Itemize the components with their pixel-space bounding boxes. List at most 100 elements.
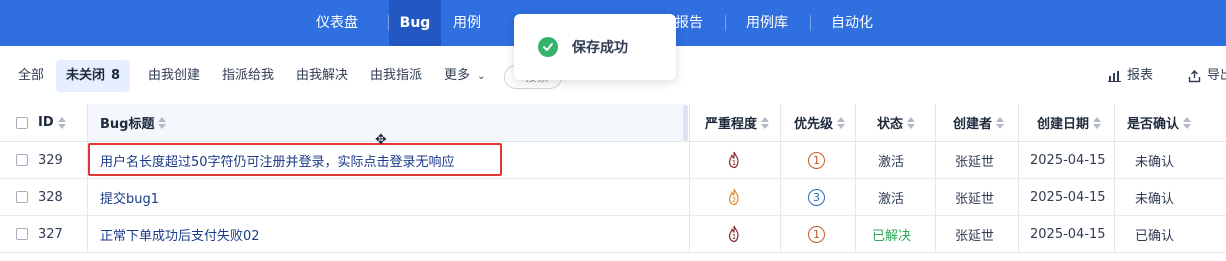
header-title[interactable]: Bug标题 — [100, 104, 167, 141]
table-row[interactable]: 327 正常下单成功后支付失败02 1 1 已解决 张延世 2025-04-15… — [0, 216, 1226, 253]
row-title-link[interactable]: 正常下单成功后支付失败02 — [100, 216, 260, 252]
row-checkbox[interactable] — [16, 191, 28, 203]
nav-divider — [810, 15, 811, 31]
nav-automation[interactable]: 自动化 — [821, 0, 883, 46]
table-row[interactable]: 328 提交bug1 2 3 激活 张延世 2025-04-15 未确认 — [0, 179, 1226, 216]
sort-icon — [761, 116, 770, 129]
filter-created-by-me[interactable]: 由我创建 — [138, 60, 210, 92]
column-divider — [87, 179, 88, 215]
header-title-label: Bug标题 — [100, 117, 155, 132]
header-confirmed[interactable]: 是否确认 — [1127, 104, 1192, 141]
filter-more[interactable]: 更多 ⌄ — [434, 60, 496, 92]
filter-all[interactable]: 全部 — [8, 60, 54, 92]
column-divider — [935, 216, 936, 252]
filter-resolved-by-me[interactable]: 由我解决 — [286, 60, 358, 92]
row-creator: 张延世 — [955, 154, 995, 170]
row-id-value: 329 — [38, 152, 63, 168]
column-divider — [780, 104, 781, 141]
sort-icon — [158, 116, 167, 129]
row-confirmed: 已确认 — [1135, 228, 1175, 244]
table-row[interactable]: 329 用户名长度超过50字符仍可注册并登录，实际点击登录无响应 1 1 激活 … — [0, 142, 1226, 179]
move-cursor-icon: ✥ — [375, 132, 387, 148]
row-title-link[interactable]: 提交bug1 — [100, 179, 159, 215]
column-divider — [689, 179, 690, 215]
row-id: 327 — [16, 216, 63, 252]
export-button[interactable]: 导出 — [1188, 60, 1226, 92]
nav-case-library[interactable]: 用例库 — [736, 0, 798, 46]
column-divider — [935, 104, 936, 141]
header-priority[interactable]: 优先级 — [794, 104, 846, 141]
header-created-date-label: 创建日期 — [1037, 117, 1090, 132]
priority-value: 1 — [808, 225, 825, 243]
sort-icon — [1093, 116, 1102, 129]
column-divider — [855, 104, 856, 141]
bar-chart-icon — [1108, 71, 1121, 82]
row-title-link[interactable]: 用户名长度超过50字符仍可注册并登录，实际点击登录无响应 — [100, 142, 455, 178]
nav-bug[interactable]: Bug — [389, 0, 441, 46]
severity-value: 2 — [732, 196, 736, 204]
report-button[interactable]: 报表 — [1108, 60, 1153, 92]
row-creator: 张延世 — [955, 191, 995, 207]
severity-flame-icon: 2 — [726, 179, 742, 215]
header-status[interactable]: 状态 — [877, 104, 916, 141]
filter-assigned-to-me[interactable]: 指派给我 — [212, 60, 284, 92]
filter-unclosed[interactable]: 未关闭 8 — [56, 60, 131, 92]
severity-flame-icon: 1 — [726, 216, 742, 252]
header-severity[interactable]: 严重程度 — [705, 104, 770, 141]
table-header: ID Bug标题 严重程度 优先级 状态 创建者 创建日期 是否确认 — [0, 104, 1226, 142]
row-confirmed: 未确认 — [1135, 191, 1175, 207]
header-id-label: ID — [38, 115, 54, 130]
export-icon — [1188, 69, 1201, 82]
severity-flame-icon: 1 — [726, 142, 742, 178]
column-divider — [855, 142, 856, 178]
column-divider — [1018, 216, 1019, 252]
header-creator[interactable]: 创建者 — [953, 104, 1005, 141]
column-divider — [87, 104, 88, 141]
filter-unclosed-count: 8 — [111, 68, 121, 83]
row-status: 激活 — [878, 154, 905, 170]
header-created-date[interactable]: 创建日期 — [1037, 104, 1102, 141]
filter-more-label: 更多 — [444, 68, 471, 83]
nav-dashboard[interactable]: 仪表盘 — [306, 0, 368, 46]
row-status: 激活 — [878, 191, 905, 207]
column-divider — [780, 216, 781, 252]
column-divider — [1114, 216, 1115, 252]
column-divider — [1114, 179, 1115, 215]
column-divider — [780, 142, 781, 178]
row-created-date: 2025-04-15 — [1030, 189, 1106, 205]
column-divider — [87, 216, 88, 252]
severity-value: 1 — [732, 233, 736, 241]
column-divider — [689, 142, 690, 178]
filter-unclosed-label: 未关闭 — [66, 68, 106, 83]
row-checkbox[interactable] — [16, 228, 28, 240]
column-divider — [935, 179, 936, 215]
column-resize-handle[interactable] — [683, 105, 688, 141]
row-checkbox[interactable] — [16, 154, 28, 166]
sort-icon — [996, 116, 1005, 129]
priority-badge: 1 — [808, 216, 825, 252]
header-confirmed-label: 是否确认 — [1127, 117, 1180, 132]
nav-testcase[interactable]: 用例 — [443, 0, 491, 46]
filter-assigned-by-me[interactable]: 由我指派 — [360, 60, 432, 92]
severity-value: 1 — [732, 159, 736, 167]
column-divider — [1018, 179, 1019, 215]
column-divider — [855, 216, 856, 252]
sort-icon — [907, 116, 916, 129]
column-divider — [1018, 142, 1019, 178]
header-id[interactable]: ID — [16, 104, 66, 141]
row-id: 329 — [16, 142, 63, 178]
sort-icon — [837, 116, 846, 129]
column-divider — [1018, 104, 1019, 141]
export-label: 导出 — [1207, 68, 1226, 83]
sort-icon — [57, 116, 66, 129]
column-divider — [1114, 104, 1115, 141]
header-creator-label: 创建者 — [953, 117, 993, 132]
row-created-date: 2025-04-15 — [1030, 226, 1106, 242]
column-divider — [780, 179, 781, 215]
priority-badge: 1 — [808, 142, 825, 178]
column-divider — [87, 142, 88, 178]
priority-badge: 3 — [808, 179, 825, 215]
column-divider — [689, 216, 690, 252]
select-all-checkbox[interactable] — [16, 116, 28, 129]
chevron-down-icon: ⌄ — [477, 71, 486, 82]
